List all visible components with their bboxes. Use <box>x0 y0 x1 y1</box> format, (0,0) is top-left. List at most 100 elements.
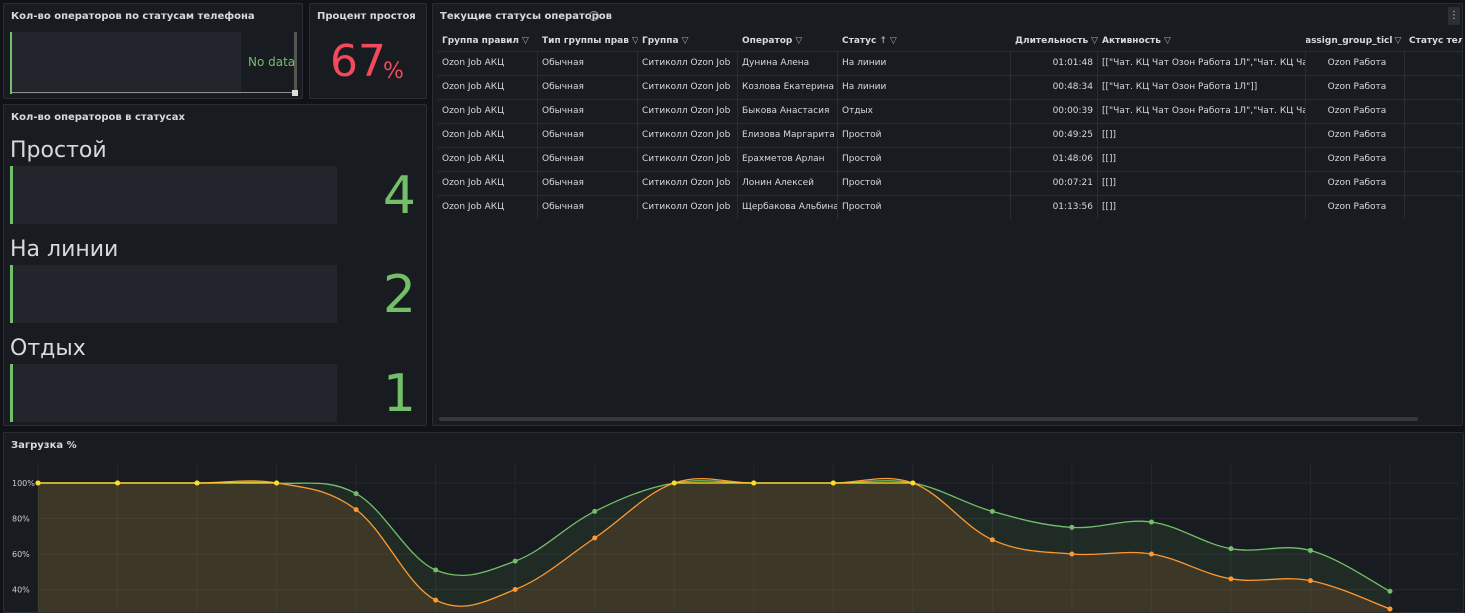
header-col-assign-group[interactable]: assign_group_ticl ▽ <box>1306 31 1405 51</box>
cell-rule-group: Ozon Job АКЦ <box>438 196 538 219</box>
header-col-status[interactable]: Статус ↑ ▽ <box>838 31 1011 51</box>
data-point <box>1228 576 1234 582</box>
stat-value: 4 <box>382 166 416 226</box>
cell-assign-group: Ozon Работа <box>1306 100 1405 123</box>
cell-status: На линии <box>838 52 1011 75</box>
table-row[interactable]: Ozon Job АКЦ Обычная Ситиколл Ozon Job Быко… <box>438 99 1462 123</box>
header-label: Длительность <box>1015 36 1089 46</box>
bar-axis <box>10 32 12 94</box>
header-col-operator[interactable]: Оператор ▽ <box>738 31 838 51</box>
cell-duration: 00:00:39 <box>1011 100 1098 123</box>
cell-activity: [["Чат. КЦ Чат Озон Работа 1Л","Чат. КЦ … <box>1098 100 1306 123</box>
data-point <box>115 480 121 486</box>
header-col-activity[interactable]: Активность ▽ <box>1098 31 1306 51</box>
cell-group: Ситиколл Ozon Job <box>638 172 738 195</box>
data-point <box>353 491 359 497</box>
cell-phone-status <box>1405 100 1462 123</box>
table-row[interactable]: Ozon Job АКЦ Обычная Ситиколл Ozon Job Козл… <box>438 75 1462 99</box>
cell-phone-status <box>1405 172 1462 195</box>
cell-status: Простой <box>838 124 1011 147</box>
panel-title: Текущие статусы операторов <box>440 11 612 22</box>
panel-title: Кол-во операторов по статусам телефона <box>11 11 255 22</box>
data-point <box>910 480 916 486</box>
stat-label: Простой <box>10 138 107 163</box>
header-label: Группа правил <box>442 36 520 46</box>
status-count-panel: Кол-во операторов в статусах Простой 4 Н… <box>3 104 427 426</box>
operators-table-panel: Текущие статусы операторов i ⋮ Группа пр… <box>432 3 1463 426</box>
header-label: assign_group_ticl <box>1306 36 1393 46</box>
data-point <box>433 597 439 603</box>
cell-rule-group: Ozon Job АКЦ <box>438 172 538 195</box>
filter-icon[interactable]: ▽ <box>682 31 689 51</box>
stat-row-idle: Простой 4 <box>10 138 422 234</box>
cell-rule-group: Ozon Job АКЦ <box>438 124 538 147</box>
cell-phone-status <box>1405 148 1462 171</box>
table-row[interactable]: Ozon Job АКЦ Обычная Ситиколл Ozon Job Елиз… <box>438 123 1462 147</box>
load-chart: 100% 80% 60% 40% <box>12 463 1459 612</box>
filter-icon[interactable]: ▽ <box>890 31 897 51</box>
filter-icon[interactable]: ▽ <box>795 31 802 51</box>
cell-group: Ситиколл Ozon Job <box>638 52 738 75</box>
cell-activity: [["Чат. КЦ Чат Озон Работа 1Л","Чат. КЦ … <box>1098 52 1306 75</box>
data-point <box>1069 524 1075 530</box>
stat-bar <box>10 265 337 323</box>
cell-group: Ситиколл Ozon Job <box>638 100 738 123</box>
cell-operator: Щербакова Альбина <box>738 196 838 219</box>
horizontal-scrollbar[interactable] <box>439 417 1418 421</box>
data-point <box>274 480 280 486</box>
cell-status: Простой <box>838 196 1011 219</box>
data-point <box>830 480 836 486</box>
header-col-rule-group-type[interactable]: Тип группы прав▽ <box>538 31 638 51</box>
cell-group: Ситиколл Ozon Job <box>638 124 738 147</box>
header-label: Тип группы прав <box>542 36 629 46</box>
cell-activity: [["Чат. КЦ Чат Озон Работа 1Л"]] <box>1098 76 1306 99</box>
filter-icon[interactable]: ▽ <box>1091 31 1098 51</box>
cell-assign-group: Ozon Работа <box>1306 148 1405 171</box>
cell-assign-group: Ozon Работа <box>1306 52 1405 75</box>
table-row[interactable]: Ozon Job АКЦ Обычная Ситиколл Ozon Job Щерб… <box>438 195 1462 219</box>
table-row[interactable]: Ozon Job АКЦ Обычная Ситиколл Ozon Job Дуни… <box>438 51 1462 75</box>
stat-accent <box>10 364 13 422</box>
vertical-scrollbar[interactable] <box>294 32 297 92</box>
cell-assign-group: Ozon Работа <box>1306 124 1405 147</box>
data-point <box>1148 519 1154 525</box>
sort-ascending-icon[interactable]: ↑ <box>879 31 887 51</box>
cell-rule-group: Ozon Job АКЦ <box>438 100 538 123</box>
header-col-duration[interactable]: Длительность ▽ <box>1011 31 1098 51</box>
header-col-rule-group[interactable]: Группа правил ▽ <box>438 31 538 51</box>
table-row[interactable]: Ozon Job АКЦ Обычная Ситиколл Ozon Job Лони… <box>438 171 1462 195</box>
header-col-phone-status[interactable]: Статус теле <box>1405 31 1462 51</box>
filter-icon[interactable]: ▽ <box>1394 31 1401 51</box>
stat-bar <box>10 364 337 422</box>
cell-duration: 00:49:25 <box>1011 124 1098 147</box>
cell-duration: 00:48:34 <box>1011 76 1098 99</box>
y-tick-label: 100% <box>12 479 35 488</box>
cell-duration: 00:07:21 <box>1011 172 1098 195</box>
y-tick-label: 60% <box>12 550 30 559</box>
table-row[interactable]: Ozon Job АКЦ Обычная Ситиколл Ozon Job Ерах… <box>438 147 1462 171</box>
cell-phone-status <box>1405 76 1462 99</box>
cell-rule-group: Ozon Job АКЦ <box>438 52 538 75</box>
filter-icon[interactable]: ▽ <box>522 31 529 51</box>
data-point <box>592 508 598 514</box>
data-point <box>989 537 995 543</box>
data-point <box>671 480 677 486</box>
kebab-menu-icon[interactable]: ⋮ <box>1448 7 1460 25</box>
stat-accent <box>10 166 13 224</box>
bar-background <box>10 32 241 94</box>
resize-handle[interactable] <box>292 90 298 96</box>
load-chart-panel: Загрузка % 100% 80% 60% 40% <box>3 432 1464 613</box>
cell-operator: Быкова Анастасия <box>738 100 838 123</box>
header-col-group[interactable]: Группа ▽ <box>638 31 738 51</box>
stat-value: 1 <box>382 364 416 424</box>
cell-rule-group-type: Обычная <box>538 172 638 195</box>
phone-status-panel: Кол-во операторов по статусам телефона N… <box>3 3 303 99</box>
info-icon[interactable]: i <box>589 11 599 21</box>
cell-operator: Козлова Екатерина <box>738 76 838 99</box>
cell-rule-group: Ozon Job АКЦ <box>438 148 538 171</box>
header-label: Статус теле <box>1409 36 1462 46</box>
cell-activity: [[]] <box>1098 124 1306 147</box>
filter-icon[interactable]: ▽ <box>1164 31 1171 51</box>
cell-phone-status <box>1405 196 1462 219</box>
stat-label: Отдых <box>10 336 86 361</box>
